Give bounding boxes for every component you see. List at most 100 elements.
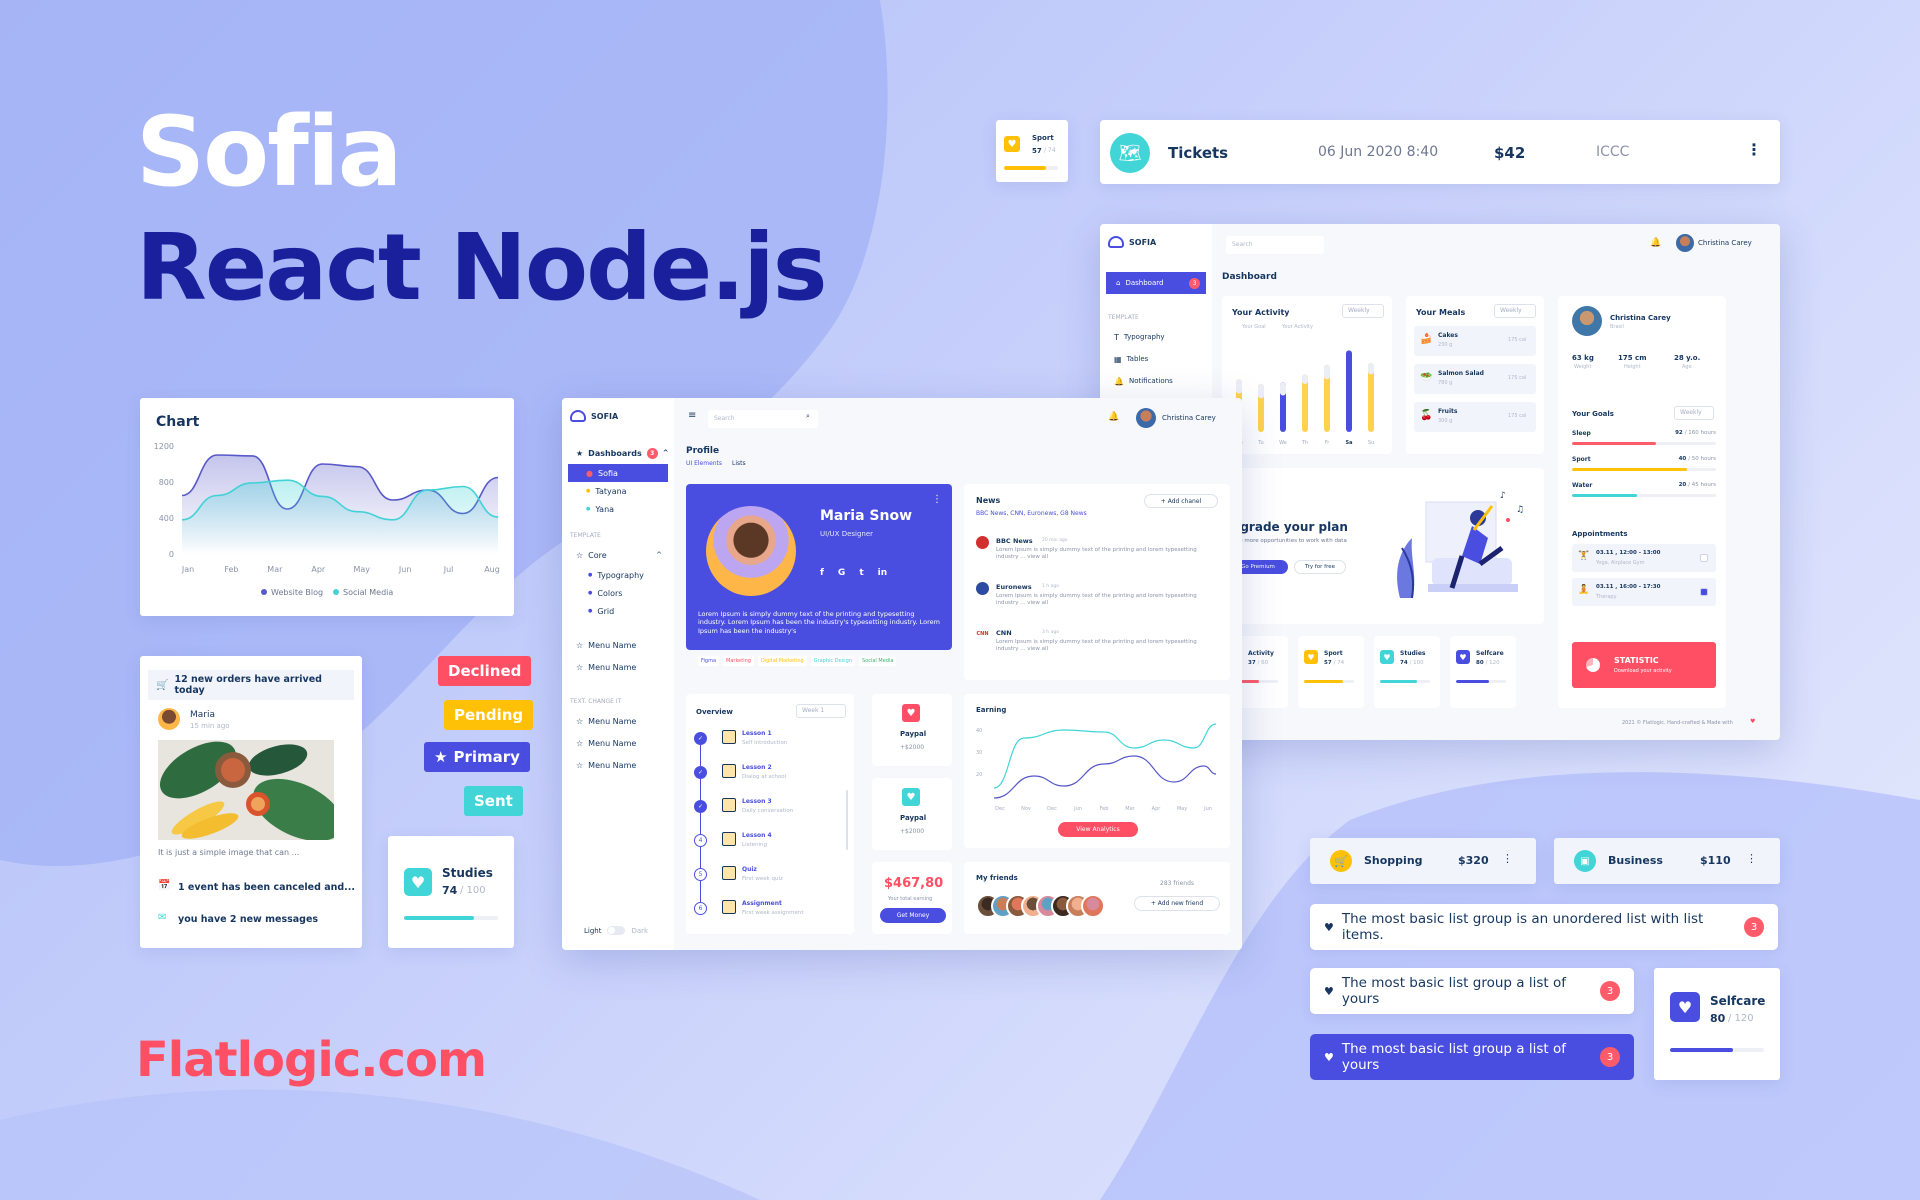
x-tick-label: Mar — [267, 565, 283, 574]
nav-dashboards[interactable]: ★ Dashboards 3 ^ — [562, 442, 674, 464]
tickets-title: Tickets — [1168, 144, 1229, 162]
user-name[interactable]: Christina Carey — [1162, 414, 1216, 422]
bell-icon[interactable]: 🔔 — [1650, 238, 1661, 248]
person-name: Christina Carey — [1610, 314, 1671, 322]
paypal-card[interactable]: ♥ Paypal +$2000 — [872, 778, 952, 850]
news-time: 20 min ago — [1042, 538, 1068, 543]
nav-menu-item[interactable]: ☆ Menu Name — [562, 634, 674, 656]
news-item[interactable]: CNN CNN 3 h ago Lorem Ipsum is simply dummy… — [976, 628, 1210, 668]
tag[interactable]: Marketing — [723, 656, 754, 666]
list-group-item[interactable]: ♥ The most basic list group is an unorde… — [1310, 904, 1778, 950]
more-vertical-icon[interactable]: ⋮ — [1502, 852, 1513, 865]
statistic-button[interactable]: STATISTIC Download your activity — [1572, 642, 1716, 688]
appointment-place: Yoga, Airplace Gym — [1596, 560, 1645, 566]
list-group-item-active[interactable]: ♥ The most basic list group a list of yo… — [1310, 1034, 1634, 1080]
lesson-item[interactable]: 4 Lesson 4 Listening — [694, 830, 844, 860]
nav-core[interactable]: ☆ Core ^ — [562, 544, 674, 566]
nav-menu-item[interactable]: ☆ Menu Name — [562, 732, 674, 754]
nav-tatyana[interactable]: ● Tatyana — [562, 482, 674, 500]
breadcrumb-ui-elements[interactable]: UI Elements — [686, 460, 722, 467]
nav-grid[interactable]: ● Grid — [562, 602, 674, 620]
tag[interactable]: Social Media — [859, 656, 897, 666]
nav-menu-item[interactable]: ☆ Menu Name — [562, 754, 674, 776]
goal-value: 40 / 50 hours — [1678, 456, 1716, 462]
day-label: Th — [1301, 440, 1308, 446]
google-icon[interactable]: G — [838, 568, 845, 578]
avatar[interactable] — [1136, 408, 1156, 428]
bell-icon[interactable]: 🔔 — [1108, 412, 1119, 422]
nav-dashboard[interactable]: ⌂ Dashboard 3 — [1106, 272, 1206, 294]
goals-select[interactable]: Weekly — [1674, 406, 1714, 420]
user-name[interactable]: Christina Carey — [1698, 239, 1752, 247]
notification-event[interactable]: 1 event has been canceled and... — [178, 882, 355, 893]
search-input[interactable]: Search — [1226, 236, 1324, 254]
friend-avatar[interactable] — [1081, 894, 1105, 918]
tag[interactable]: Figma — [698, 656, 720, 666]
paypal-card[interactable]: ♥ Paypal +$2000 — [872, 694, 952, 766]
scrollbar[interactable] — [846, 790, 848, 850]
legend-label: Social Media — [343, 588, 393, 597]
flatlogic-link[interactable]: Flatlogic.com — [136, 1036, 487, 1084]
appointment-row[interactable]: 🧘 03.11 , 16:00 - 17:30 Therapy — [1572, 578, 1716, 606]
news-item[interactable]: Euronews 1 h ago Lorem Ipsum is simply dum… — [976, 582, 1210, 622]
lesson-item[interactable]: 6 Assignment First week assignment — [694, 898, 844, 928]
notification-messages[interactable]: you have 2 new messages — [178, 914, 318, 925]
more-vertical-icon[interactable]: ⋮ — [1746, 140, 1762, 159]
nav-menu-item[interactable]: ☆ Menu Name — [562, 656, 674, 678]
shopping-row[interactable]: 🛒 Shopping $320 ⋮ — [1310, 838, 1536, 884]
more-vertical-icon[interactable]: ⋮ — [1746, 852, 1757, 865]
tag[interactable]: Digital Marketing — [757, 656, 807, 666]
heart-icon: ♥ — [1670, 992, 1700, 1022]
news-item[interactable]: BBC News 20 min ago Lorem Ipsum is simply … — [976, 536, 1210, 576]
sport-mini-value: 57 — [1032, 147, 1042, 155]
toggle-switch[interactable] — [607, 926, 626, 935]
add-friend-button[interactable]: + Add new friend — [1134, 896, 1220, 911]
nav-notifications[interactable]: 🔔 Notifications — [1100, 370, 1212, 392]
lesson-item[interactable]: ✓ Lesson 1 Self introduction — [694, 728, 844, 758]
checkbox[interactable] — [1700, 554, 1708, 562]
lesson-item[interactable]: ✓ Lesson 3 Daily conversation — [694, 796, 844, 826]
star-outline-icon: ☆ — [576, 738, 584, 748]
view-analytics-button[interactable]: View Analytics — [1058, 822, 1138, 837]
stat-card: ♥ Sport 57 / 74 — [1298, 636, 1364, 708]
meal-row[interactable]: 🥗 Salmon Salad 780 g 175 cal — [1414, 364, 1536, 394]
nav-menu-item[interactable]: ☆ Menu Name — [562, 710, 674, 732]
twitter-icon[interactable]: t — [859, 568, 863, 578]
activity-select[interactable]: Weekly — [1342, 304, 1384, 318]
nav-sofia[interactable]: ● Sofia — [568, 464, 668, 482]
get-money-button[interactable]: Get Money — [880, 908, 946, 923]
stat-progress — [1380, 680, 1430, 683]
menu-icon[interactable]: ≡ — [688, 410, 696, 421]
lesson-item[interactable]: 5 Quiz First week quiz — [694, 864, 844, 894]
y-tick-label: 30 — [976, 750, 982, 756]
appointment-row[interactable]: 🏋 03.11 , 12:00 - 13:00 Yoga, Airplace Gym — [1572, 544, 1716, 572]
try-free-button[interactable]: Try for free — [1294, 560, 1346, 574]
checkbox[interactable] — [1700, 588, 1708, 596]
tickets-row[interactable]: 🗺 Tickets 06 Jun 2020 8:40 $42 ICCC ⋮ — [1100, 120, 1780, 184]
nav-typography[interactable]: T Typography — [1100, 326, 1212, 348]
meal-row[interactable]: 🍰 Cakes 230 g 175 cal — [1414, 326, 1536, 356]
meal-row[interactable]: 🍒 Fruits 300 g 175 cal — [1414, 402, 1536, 432]
meals-select[interactable]: Weekly — [1494, 304, 1536, 318]
nav-tables[interactable]: ▦ Tables — [1100, 348, 1212, 370]
lesson-item[interactable]: ✓ Lesson 2 Dialog at school — [694, 762, 844, 792]
therapy-icon: 🧘 — [1578, 585, 1590, 595]
business-row[interactable]: ▣ Business $110 ⋮ — [1554, 838, 1780, 884]
heart-icon: ♥ — [1304, 650, 1318, 664]
theme-toggle[interactable]: Light Dark — [584, 926, 648, 935]
linkedin-icon[interactable]: in — [878, 568, 888, 578]
search-icon[interactable]: ⌕ — [806, 412, 810, 421]
list-group-item[interactable]: ♥ The most basic list group a list of yo… — [1310, 968, 1634, 1014]
nav-yana[interactable]: ● Yana — [562, 500, 674, 518]
avatar[interactable] — [1676, 234, 1694, 252]
nav-typography[interactable]: ● Typography — [562, 566, 674, 584]
tag[interactable]: Graphic Design — [810, 656, 855, 666]
more-vertical-icon[interactable]: ⋮ — [932, 494, 942, 505]
overview-select[interactable]: Week 1 — [796, 704, 846, 718]
nav-colors[interactable]: ● Colors — [562, 584, 674, 602]
notification-orders[interactable]: 🛒 12 new orders have arrived today — [148, 670, 354, 700]
paypal-amount: +$2000 — [900, 828, 925, 835]
add-channel-button[interactable]: + Add chanel — [1144, 494, 1218, 508]
facebook-icon[interactable]: f — [820, 568, 824, 578]
search-input[interactable]: Search — [708, 410, 818, 428]
